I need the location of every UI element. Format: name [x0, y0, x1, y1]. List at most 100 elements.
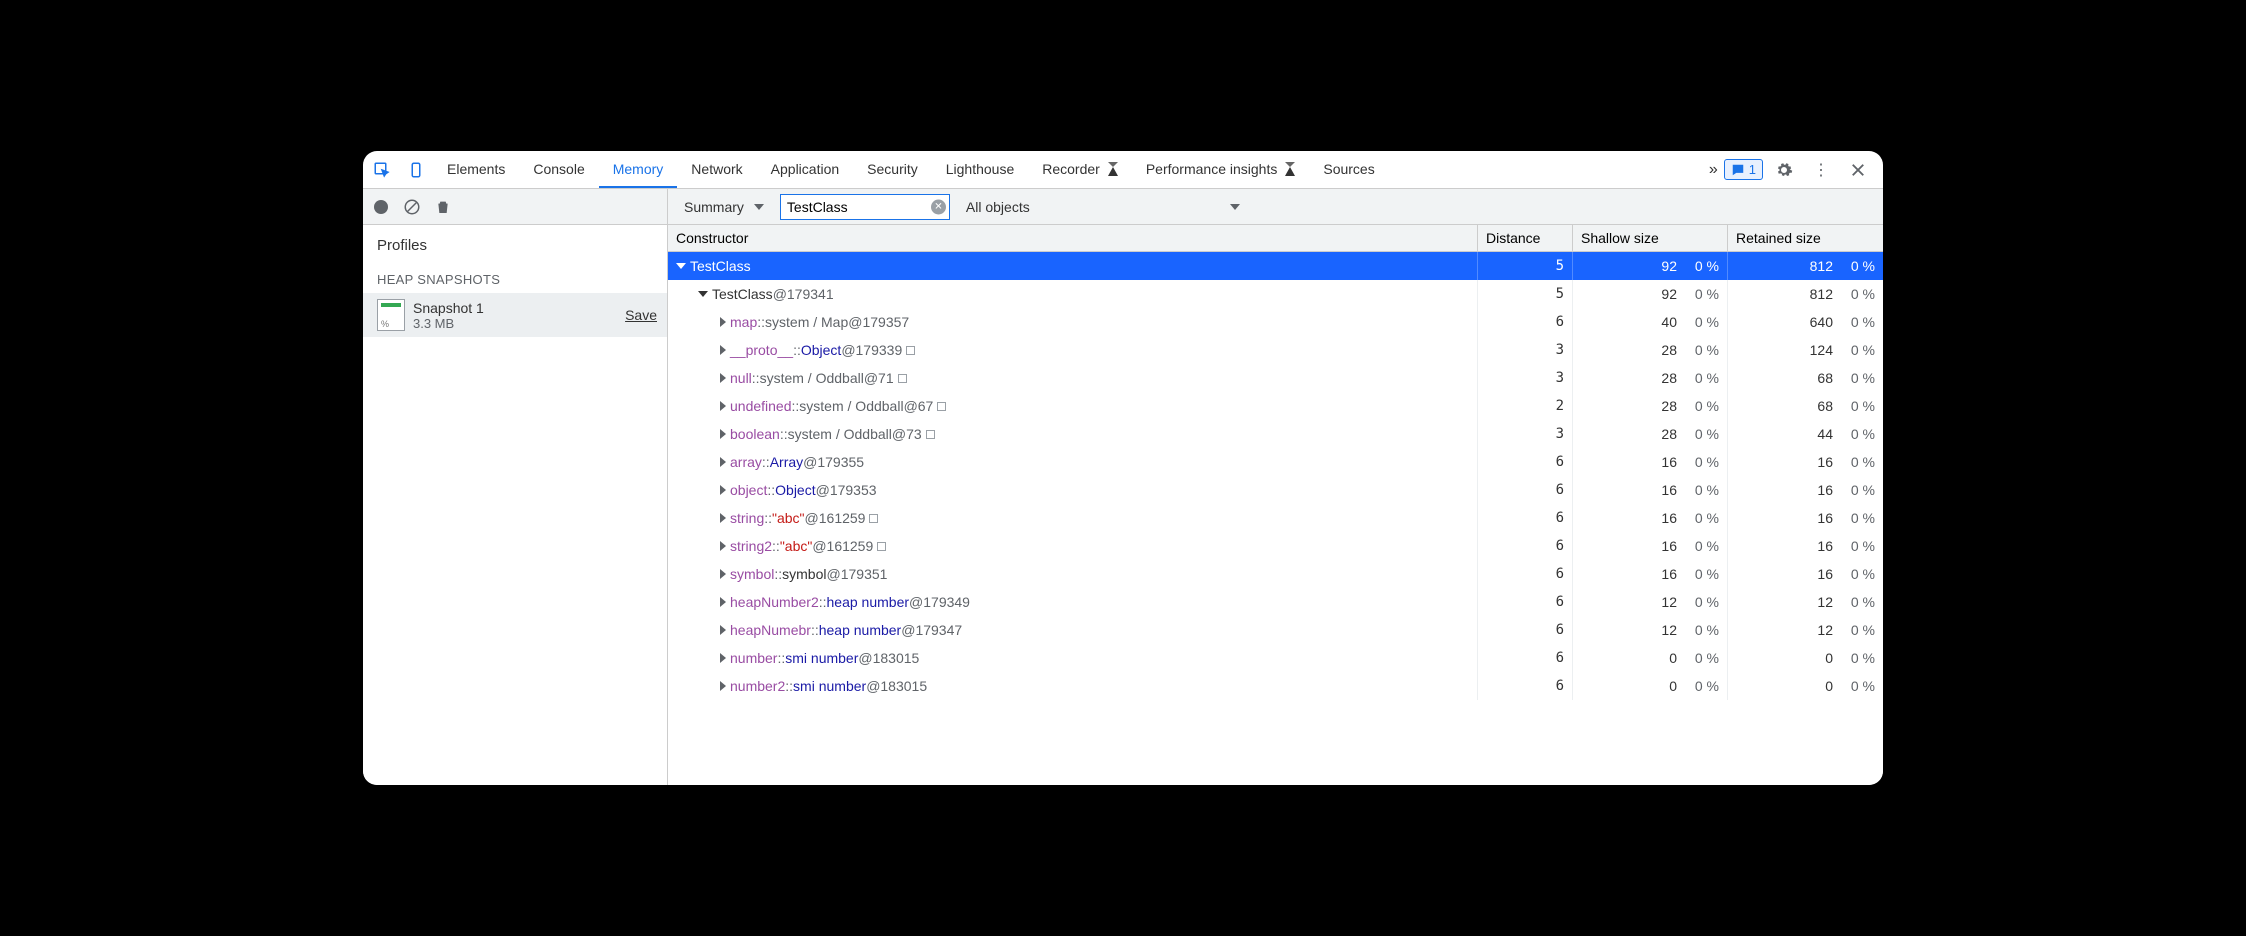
link-box-icon	[926, 430, 935, 439]
chevron-right-icon[interactable]	[720, 485, 726, 495]
row-text: @71	[864, 370, 894, 386]
device-icon[interactable]	[399, 155, 433, 185]
table-row[interactable]: string2 :: "abc" @1612596160 %160 %	[668, 532, 1883, 560]
close-icon[interactable]	[1841, 155, 1875, 185]
retained-pct: 0 %	[1839, 594, 1875, 610]
chevron-right-icon[interactable]	[720, 457, 726, 467]
row-text: ::	[774, 566, 782, 582]
save-link[interactable]: Save	[625, 307, 657, 323]
table-row[interactable]: boolean :: system / Oddball @733280 %440…	[668, 420, 1883, 448]
more-tabs-icon[interactable]: »	[1703, 157, 1724, 183]
chevron-right-icon[interactable]	[720, 597, 726, 607]
cell-shallow: 00 %	[1573, 644, 1728, 672]
table-row[interactable]: __proto__ :: Object @1793393280 %1240 %	[668, 336, 1883, 364]
retained-pct: 0 %	[1839, 286, 1875, 302]
chevron-right-icon[interactable]	[720, 681, 726, 691]
kebab-icon[interactable]: ⋮	[1805, 154, 1837, 186]
tab-lighthouse[interactable]: Lighthouse	[932, 151, 1029, 188]
chevron-down-icon[interactable]	[676, 263, 686, 269]
clear-icon[interactable]	[403, 198, 421, 216]
retained-value: 16	[1817, 510, 1833, 526]
table-row[interactable]: number2 :: smi number @183015600 %00 %	[668, 672, 1883, 700]
chevron-right-icon[interactable]	[720, 569, 726, 579]
row-text: ::	[752, 370, 760, 386]
retained-value: 640	[1810, 314, 1833, 330]
tab-memory[interactable]: Memory	[599, 151, 678, 188]
tab-elements[interactable]: Elements	[433, 151, 519, 188]
shallow-value: 28	[1661, 370, 1677, 386]
cell-constructor: TestClass @179341	[668, 280, 1478, 308]
header-constructor[interactable]: Constructor	[668, 225, 1478, 251]
cell-retained: 00 %	[1728, 672, 1883, 700]
snapshot-text: Snapshot 1 3.3 MB	[413, 300, 617, 331]
shallow-pct: 0 %	[1683, 454, 1719, 470]
table-row[interactable]: heapNumber2 :: heap number @1793496120 %…	[668, 588, 1883, 616]
retained-pct: 0 %	[1839, 510, 1875, 526]
retained-value: 0	[1825, 678, 1833, 694]
tab-performance-insights[interactable]: Performance insights	[1132, 151, 1310, 188]
header-retained[interactable]: Retained size	[1728, 225, 1883, 251]
delete-icon[interactable]	[435, 198, 451, 216]
record-icon[interactable]	[373, 199, 389, 215]
chevron-right-icon[interactable]	[720, 625, 726, 635]
cell-distance: 6	[1478, 476, 1573, 504]
shallow-pct: 0 %	[1683, 594, 1719, 610]
row-text: @179355	[803, 454, 864, 470]
inspect-icon[interactable]	[365, 155, 399, 185]
row-text: ::	[772, 538, 780, 554]
table-row[interactable]: null :: system / Oddball @713280 %680 %	[668, 364, 1883, 392]
allobjects-select[interactable]: All objects	[958, 199, 1248, 215]
chevron-right-icon[interactable]	[720, 541, 726, 551]
memory-toolbar: Summary ✕ All objects	[363, 189, 1883, 225]
toolbar-main: Summary ✕ All objects	[668, 194, 1883, 220]
tab-recorder[interactable]: Recorder	[1028, 151, 1132, 188]
cell-retained: 120 %	[1728, 616, 1883, 644]
row-text: Object	[801, 342, 841, 358]
retained-pct: 0 %	[1839, 342, 1875, 358]
chevron-right-icon[interactable]	[720, 429, 726, 439]
chevron-right-icon[interactable]	[720, 345, 726, 355]
tab-security[interactable]: Security	[853, 151, 932, 188]
tab-network[interactable]: Network	[677, 151, 756, 188]
summary-select[interactable]: Summary	[676, 199, 772, 215]
issues-badge[interactable]: 1	[1724, 159, 1763, 180]
row-text: "abc"	[780, 538, 813, 554]
cell-shallow: 280 %	[1573, 392, 1728, 420]
shallow-pct: 0 %	[1683, 622, 1719, 638]
table-row[interactable]: undefined :: system / Oddball @672280 %6…	[668, 392, 1883, 420]
experiment-icon	[1108, 162, 1118, 176]
row-text: ::	[762, 454, 770, 470]
tab-application[interactable]: Application	[757, 151, 854, 188]
table-row[interactable]: TestClass @1793415920 %8120 %	[668, 280, 1883, 308]
table-row[interactable]: TestClass5920 %8120 %	[668, 252, 1883, 280]
tabbar-right: 1 ⋮	[1724, 154, 1881, 186]
table-row[interactable]: number :: smi number @183015600 %00 %	[668, 644, 1883, 672]
table-row[interactable]: object :: Object @1793536160 %160 %	[668, 476, 1883, 504]
chevron-down-icon[interactable]	[698, 291, 708, 297]
chevron-right-icon[interactable]	[720, 373, 726, 383]
table-row[interactable]: array :: Array @1793556160 %160 %	[668, 448, 1883, 476]
shallow-value: 28	[1661, 426, 1677, 442]
table-row[interactable]: symbol :: symbol @1793516160 %160 %	[668, 560, 1883, 588]
header-shallow[interactable]: Shallow size	[1573, 225, 1728, 251]
settings-icon[interactable]	[1767, 155, 1801, 185]
row-text: map	[730, 314, 757, 330]
class-filter-input[interactable]	[780, 194, 950, 220]
shallow-value: 0	[1669, 678, 1677, 694]
tab-sources[interactable]: Sources	[1309, 151, 1388, 188]
retained-value: 16	[1817, 566, 1833, 582]
snapshot-item[interactable]: Snapshot 1 3.3 MB Save	[363, 293, 667, 337]
table-row[interactable]: map :: system / Map @1793576400 %6400 %	[668, 308, 1883, 336]
tab-console[interactable]: Console	[519, 151, 598, 188]
clear-filter-icon[interactable]: ✕	[931, 199, 946, 214]
table-row[interactable]: heapNumebr :: heap number @1793476120 %1…	[668, 616, 1883, 644]
shallow-pct: 0 %	[1683, 650, 1719, 666]
chevron-right-icon[interactable]	[720, 317, 726, 327]
row-text: system / Oddball	[799, 398, 903, 414]
header-distance[interactable]: Distance	[1478, 225, 1573, 251]
chevron-right-icon[interactable]	[720, 401, 726, 411]
chevron-right-icon[interactable]	[720, 653, 726, 663]
table-row[interactable]: string :: "abc" @1612596160 %160 %	[668, 504, 1883, 532]
chevron-right-icon[interactable]	[720, 513, 726, 523]
retained-pct: 0 %	[1839, 370, 1875, 386]
